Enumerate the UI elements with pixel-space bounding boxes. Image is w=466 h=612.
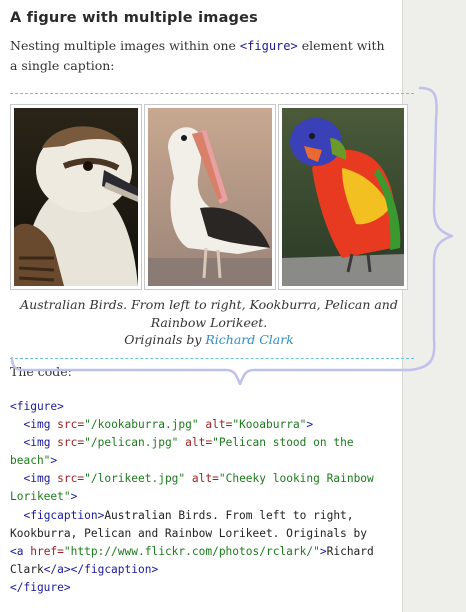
code-img2-alt-a: "Pelican stood on the <box>212 436 354 450</box>
code-img1-alt: "Kooaburra" <box>232 418 307 432</box>
pelican-image <box>144 104 276 290</box>
section-heading: A figure with multiple images <box>10 10 258 26</box>
code-href-value: "http://www.flickr.com/photos/rclark/" <box>63 544 320 558</box>
lorikeet-image <box>278 104 408 290</box>
code-label: The code: <box>10 364 72 379</box>
code-a-close: </a> <box>43 562 71 576</box>
code-img2-alt-attr: alt= <box>178 436 213 450</box>
code-img2-src-attr: src= <box>57 436 85 450</box>
code-img1-open: <img <box>23 418 58 432</box>
code-img3-src-attr: src= <box>57 472 85 486</box>
code-img2-alt-b: beach" <box>10 454 51 468</box>
intro-figure-tag: <figure> <box>239 39 298 53</box>
intro-paragraph: Nesting multiple images within one <figu… <box>10 36 394 75</box>
intro-text-before: Nesting multiple images within one <box>10 38 240 53</box>
code-img3-src: "/lorikeet.jpg" <box>84 472 186 486</box>
code-a-open-close: > <box>319 544 327 558</box>
code-img1-close: > <box>306 418 314 432</box>
code-a-open: <a <box>10 544 31 558</box>
code-img1-src-attr: src= <box>57 418 85 432</box>
code-figcaption-open: <figcaption> <box>23 508 105 522</box>
code-figure-open: <figure> <box>10 400 64 413</box>
code-caption-text-a: Australian Birds. From left to right, <box>104 508 354 522</box>
right-sidebar <box>402 0 466 612</box>
code-img2-close: > <box>50 454 58 468</box>
figure-caption: Australian Birds. From left to right, Ko… <box>10 296 408 349</box>
figure-top-rule <box>10 93 414 94</box>
code-href-attr: href= <box>30 544 64 558</box>
code-img3-alt-b: Lorikeet" <box>10 490 71 504</box>
code-link-text-b: Clark <box>10 562 44 576</box>
caption-line-1: Australian Birds. From left to right, Ko… <box>20 297 398 330</box>
figure-bottom-rule <box>10 358 414 359</box>
code-figure-close: </figure> <box>10 580 71 594</box>
caption-prefix: Originals by <box>124 332 206 347</box>
code-img1-alt-attr: alt= <box>198 418 233 432</box>
code-img3-alt-attr: alt= <box>185 472 219 486</box>
code-img3-open: <img <box>23 472 58 486</box>
code-listing: <figure> <img src="/kookaburra.jpg" alt=… <box>10 398 390 597</box>
code-img1-src: "/kookaburra.jpg" <box>84 418 199 432</box>
code-img2-open: <img <box>23 436 58 450</box>
code-caption-text-b: Kookburra, Pelican and Rainbow Lorikeet.… <box>10 526 367 540</box>
code-img3-close: > <box>70 490 78 504</box>
code-img2-src: "/pelican.jpg" <box>84 436 179 450</box>
kookaburra-image <box>10 104 142 290</box>
richard-clark-link[interactable]: Richard Clark <box>205 332 293 347</box>
code-figcaption-close: </figcaption> <box>70 562 159 576</box>
code-img3-alt-a: "Cheeky looking Rainbow <box>218 472 374 486</box>
figure-images <box>10 104 408 292</box>
code-link-text-a: Richard <box>326 544 374 558</box>
